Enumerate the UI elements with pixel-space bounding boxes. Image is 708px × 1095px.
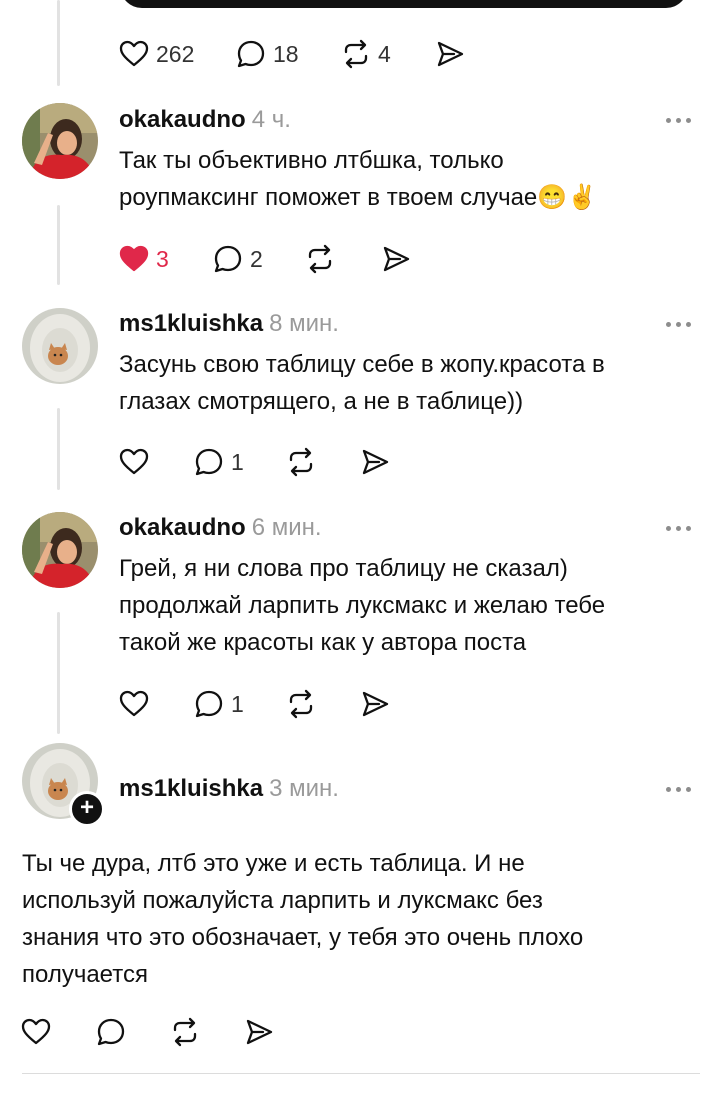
username[interactable]: okakaudno	[119, 514, 246, 541]
like-button[interactable]	[118, 446, 150, 478]
like-button[interactable]: 3	[118, 243, 169, 275]
share-button[interactable]	[359, 446, 391, 478]
share-button[interactable]	[243, 1016, 275, 1048]
comment-header: okakaudno 4 ч.	[119, 106, 291, 134]
like-button[interactable]: 262	[118, 38, 194, 70]
like-count: 262	[156, 40, 195, 67]
share-button[interactable]	[434, 38, 466, 70]
reply-bubble-icon	[195, 448, 223, 476]
comment-header: okakaudno 6 мин.	[119, 514, 322, 542]
repost-button[interactable]	[285, 446, 317, 478]
more-options-icon[interactable]	[663, 785, 693, 793]
comment-header: ms1kluishka 3 мин.	[119, 775, 339, 803]
comment-text: Так ты объективно лтбшка, только роупмак…	[119, 147, 598, 211]
timestamp: 3 мин.	[269, 775, 339, 802]
reply-button[interactable]: 2	[212, 243, 263, 275]
repost-icon	[289, 689, 313, 719]
repost-count: 4	[378, 40, 391, 67]
divider	[22, 1073, 700, 1074]
like-button[interactable]	[20, 1016, 52, 1048]
share-icon	[362, 691, 389, 717]
avatar[interactable]	[22, 308, 98, 384]
like-button[interactable]	[118, 688, 150, 720]
reply-count: 18	[273, 40, 299, 67]
heart-filled-icon	[119, 245, 149, 272]
reply-bubble-icon	[214, 245, 242, 273]
comment-text: Ты че дура, лтб это уже и есть таблица. …	[22, 850, 584, 988]
avatar[interactable]	[22, 103, 98, 179]
repost-button[interactable]: 4	[340, 38, 391, 70]
username[interactable]: ms1kluishka	[119, 310, 263, 337]
reply-count: 1	[231, 690, 244, 717]
username[interactable]: okakaudno	[119, 106, 246, 133]
heart-icon	[119, 40, 149, 67]
thread-line	[57, 408, 60, 490]
repost-icon	[173, 1017, 197, 1047]
heart-icon	[21, 1018, 51, 1045]
follow-plus-icon[interactable]: +	[69, 791, 105, 827]
thread-line	[57, 205, 60, 285]
reply-button[interactable]: 1	[193, 446, 244, 478]
reply-bubble-icon	[195, 690, 223, 718]
more-options-icon[interactable]	[663, 320, 693, 328]
repost-button[interactable]	[304, 243, 336, 275]
repost-button[interactable]	[169, 1016, 201, 1048]
share-icon	[437, 41, 464, 67]
repost-icon	[308, 244, 332, 274]
heart-icon	[119, 448, 149, 475]
comment-header: ms1kluishka 8 мин.	[119, 310, 339, 338]
share-button[interactable]	[380, 243, 412, 275]
post-media[interactable]	[120, 0, 688, 8]
avatar[interactable]	[22, 512, 98, 588]
more-options-icon[interactable]	[663, 524, 693, 532]
username[interactable]: ms1kluishka	[119, 775, 263, 802]
repost-icon	[289, 447, 313, 477]
share-icon	[383, 246, 410, 272]
reply-bubble-icon	[97, 1018, 125, 1046]
comment-text: Грей, я ни слова про таблицу не сказал) …	[119, 555, 606, 656]
reply-count: 2	[250, 245, 263, 272]
thread-line	[57, 0, 60, 86]
reply-count: 1	[231, 448, 244, 475]
reply-button[interactable]: 18	[235, 38, 299, 70]
heart-icon	[119, 690, 149, 717]
share-icon	[246, 1019, 273, 1045]
share-button[interactable]	[359, 688, 391, 720]
thread-line	[57, 612, 60, 734]
share-icon	[362, 449, 389, 475]
reply-button[interactable]: 1	[193, 688, 244, 720]
timestamp: 4 ч.	[251, 106, 291, 133]
repost-button[interactable]	[285, 688, 317, 720]
reply-button[interactable]	[95, 1016, 127, 1048]
like-count: 3	[156, 245, 169, 272]
more-options-icon[interactable]	[663, 116, 693, 124]
reply-bubble-icon	[237, 40, 265, 68]
comment-text: Засунь свою таблицу себе в жопу.красота …	[119, 351, 605, 415]
timestamp: 6 мин.	[251, 514, 322, 541]
timestamp: 8 мин.	[269, 310, 339, 337]
repost-icon	[344, 39, 368, 69]
